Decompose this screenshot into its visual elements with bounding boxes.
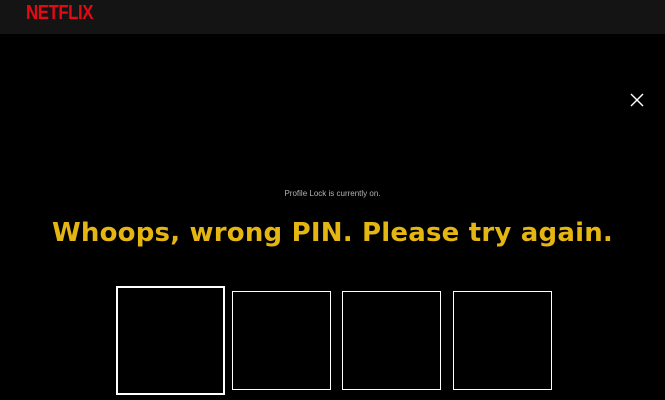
pin-input-3[interactable] xyxy=(342,291,441,390)
wrong-pin-message: Whoops, wrong PIN. Please try again. xyxy=(52,218,613,248)
close-button[interactable] xyxy=(628,91,646,109)
pin-input-4[interactable] xyxy=(453,291,552,390)
top-bar: NETFLIX xyxy=(0,0,665,34)
profile-lock-notice: Profile Lock is currently on. xyxy=(284,189,381,198)
pin-input-1[interactable] xyxy=(116,286,225,395)
netflix-logo[interactable]: NETFLIX xyxy=(26,3,93,23)
profile-lock-page: NETFLIX Profile Lock is currently on. Wh… xyxy=(0,0,665,400)
close-icon xyxy=(630,93,644,107)
pin-input-2[interactable] xyxy=(232,291,331,390)
